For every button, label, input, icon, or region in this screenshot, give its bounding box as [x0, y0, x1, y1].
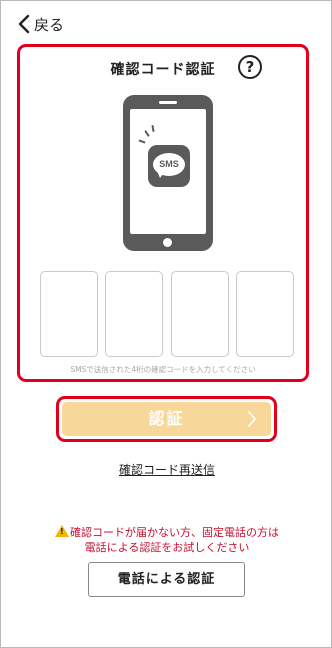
submit-highlight: 認証: [56, 396, 277, 442]
notification-spark: [144, 130, 150, 137]
code-hint: SMSで送信された4桁の確認コードを入力してください: [70, 365, 256, 374]
verify-submit-button[interactable]: 認証: [62, 402, 271, 436]
sms-icon: SMS: [148, 145, 190, 187]
help-icon[interactable]: ?: [238, 55, 262, 79]
phone-home-button: [163, 238, 172, 247]
chevron-left-icon: [18, 14, 30, 34]
phone-verification-button[interactable]: 電話による認証: [88, 562, 245, 597]
notification-spark: [151, 124, 155, 133]
code-digit-1-input[interactable]: [40, 271, 98, 357]
panel-title: 確認コード認証: [110, 62, 216, 78]
warning-text-1: 確認コードが届かない方、固定電話の方は: [70, 526, 279, 539]
back-button[interactable]: 戻る: [17, 12, 64, 36]
sms-bubble-tail: [157, 171, 165, 178]
code-digit-2-input[interactable]: [105, 271, 164, 357]
notification-spark: [138, 139, 146, 144]
phone-screen: SMS: [130, 109, 206, 234]
screen-frame: 戻る 確認コード認証 ? SMS SMSで送信された4桁の確認コードを入力してく…: [0, 0, 332, 648]
back-label: 戻る: [34, 15, 65, 34]
resend-row: 確認コード再送信: [1, 459, 332, 478]
code-digit-3-input[interactable]: [170, 271, 229, 357]
submit-label: 認証: [148, 409, 185, 428]
warning-line-1: 確認コードが届かない方、固定電話の方は: [1, 525, 332, 540]
code-digit-4-input[interactable]: [235, 271, 294, 357]
warning-text-2: 電話による認証をお試しください: [84, 541, 250, 554]
warning-icon: [55, 525, 69, 537]
chevron-right-icon: [248, 411, 256, 427]
phone-speaker: [159, 101, 177, 104]
code-input-row: [40, 271, 294, 357]
smartphone-illustration: SMS: [123, 95, 213, 251]
resend-code-link[interactable]: 確認コード再送信: [119, 463, 215, 477]
warning-message: 確認コードが届かない方、固定電話の方は 電話による認証をお試しください: [1, 525, 332, 555]
verification-panel: 確認コード認証 ? SMS SMSで送信された4桁の確認コードを入力してください: [17, 44, 309, 382]
